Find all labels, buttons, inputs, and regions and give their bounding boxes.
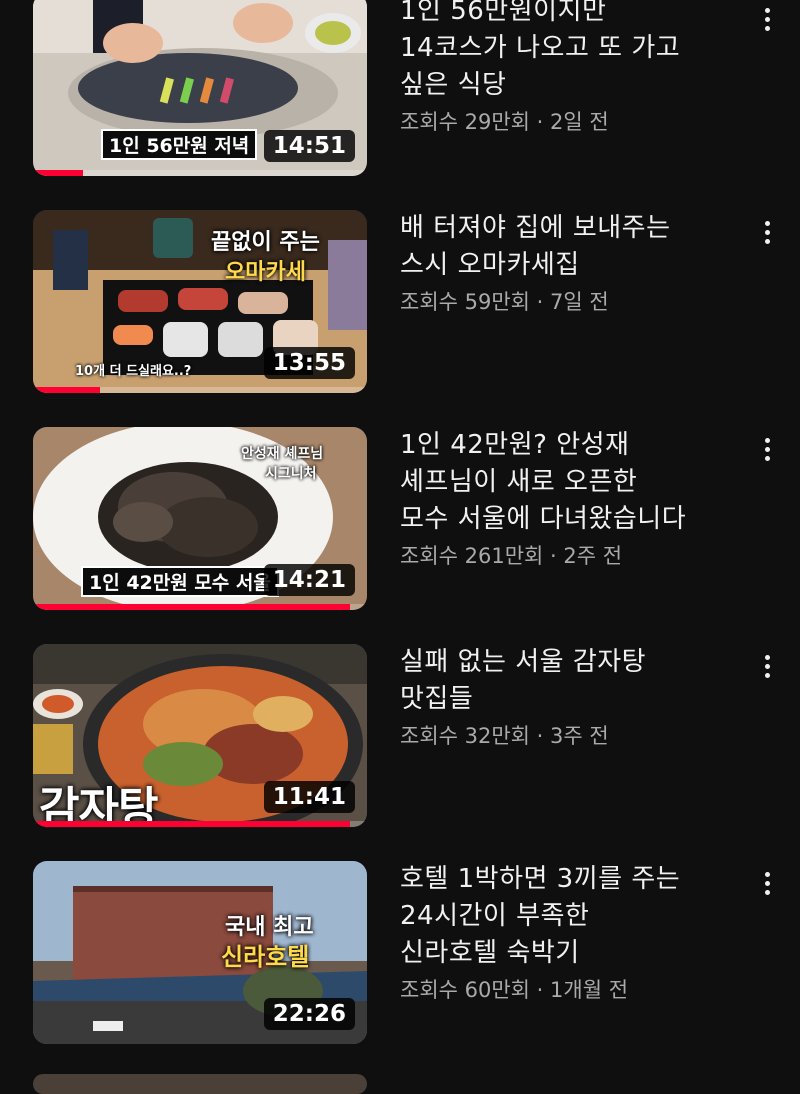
thumbnail-caption: 끝없이 주는	[211, 230, 320, 255]
watch-progress-bar	[33, 387, 367, 393]
upload-age: 7일 전	[550, 290, 609, 314]
thumbnail-caption: 1인 56만원 저녁	[101, 129, 258, 160]
video-thumbnail[interactable]: 감자탕 11:41	[33, 644, 367, 827]
thumbnail-caption: 10개 더 드실래요..?	[75, 364, 192, 379]
video-meta[interactable]: 1인 56만원이지만 14코스가 나오고 또 가고 싶은 식당 조회수 29만회…	[400, 0, 730, 136]
video-duration: 14:21	[263, 564, 355, 596]
video-title-line: 24시간이 부족한	[400, 901, 590, 931]
video-meta[interactable]: 호텔 1박하면 3끼를 주는 24시간이 부족한 신라호텔 숙박기 조회수 60…	[400, 861, 730, 1004]
video-thumbnail[interactable]: 끝없이 주는 오마카세 10개 더 드실래요..? 13:55	[33, 210, 367, 393]
video-title-line: 1인 42만원? 안성재	[400, 430, 630, 460]
video-title[interactable]: 실패 없는 서울 감자탕 맛집들	[400, 644, 730, 718]
video-thumbnail[interactable]: 1인 56만원 저녁 14:51	[33, 0, 367, 176]
video-title-line: 1인 56만원이지만	[400, 0, 607, 26]
view-count: 조회수 32만회	[400, 724, 530, 748]
video-title[interactable]: 배 터져야 집에 보내주는 스시 오마카세집	[400, 210, 730, 284]
video-duration: 13:55	[263, 347, 355, 379]
more-vert-icon[interactable]	[752, 863, 782, 903]
thumbnail-caption: 시그니처	[265, 466, 317, 482]
thumbnail-caption: 1인 42만원 모수 서울	[81, 566, 279, 597]
stats-separator: ·	[543, 544, 564, 568]
view-count: 조회수 261만회	[400, 544, 544, 568]
video-stats: 조회수 29만회 · 2일 전	[400, 106, 730, 136]
video-item[interactable]: 끝없이 주는 오마카세 10개 더 드실래요..? 13:55 배 터져야 집에…	[0, 210, 800, 393]
video-stats: 조회수 32만회 · 3주 전	[400, 720, 730, 750]
stats-separator: ·	[530, 724, 551, 748]
video-title-line: 호텔 1박하면 3끼를 주는	[400, 864, 681, 894]
video-title-line: 실패 없는 서울 감자탕	[400, 647, 647, 677]
video-meta[interactable]: 배 터져야 집에 보내주는 스시 오마카세집 조회수 59만회 · 7일 전	[400, 210, 730, 316]
next-video-thumbnail[interactable]	[33, 1074, 367, 1094]
video-duration: 11:41	[263, 781, 355, 813]
video-title[interactable]: 1인 56만원이지만 14코스가 나오고 또 가고 싶은 식당	[400, 0, 730, 104]
upload-age: 1개월 전	[550, 978, 629, 1002]
more-vert-icon[interactable]	[752, 212, 782, 252]
video-duration: 14:51	[263, 130, 355, 162]
thumbnail-caption: 안성재 셰프님	[241, 446, 324, 462]
video-thumbnail[interactable]: 국내 최고 신라호텔 22:26	[33, 861, 367, 1044]
video-title[interactable]: 호텔 1박하면 3끼를 주는 24시간이 부족한 신라호텔 숙박기	[400, 861, 730, 972]
watch-progress-bar	[33, 821, 367, 827]
view-count: 조회수 60만회	[400, 978, 530, 1002]
thumbnail-caption: 신라호텔	[221, 943, 310, 971]
upload-age: 3주 전	[550, 724, 609, 748]
upload-age: 2일 전	[550, 110, 609, 134]
stats-separator: ·	[530, 290, 551, 314]
more-vert-icon[interactable]	[752, 0, 782, 39]
video-title[interactable]: 1인 42만원? 안성재 셰프님이 새로 오픈한 모수 서울에 다녀왔습니다	[400, 427, 730, 538]
view-count: 조회수 59만회	[400, 290, 530, 314]
video-stats: 조회수 59만회 · 7일 전	[400, 286, 730, 316]
stats-separator: ·	[530, 110, 551, 134]
stats-separator: ·	[530, 978, 551, 1002]
video-item[interactable]: 국내 최고 신라호텔 22:26 호텔 1박하면 3끼를 주는 24시간이 부족…	[0, 861, 800, 1044]
video-title-line: 싶은 식당	[400, 70, 507, 100]
more-vert-icon[interactable]	[752, 646, 782, 686]
watch-progress-bar	[33, 170, 367, 176]
video-item[interactable]: 안성재 셰프님 시그니처 1인 42만원 모수 서울 14:21 1인 42만원…	[0, 427, 800, 610]
video-title-line: 모수 서울에 다녀왔습니다	[400, 504, 687, 534]
video-title-line: 신라호텔 숙박기	[400, 938, 580, 968]
more-vert-icon[interactable]	[752, 429, 782, 469]
video-title-line: 14코스가 나오고 또 가고	[400, 33, 681, 63]
watch-progress-bar	[33, 604, 367, 610]
watch-progress-fill	[33, 821, 351, 827]
video-title-line: 셰프님이 새로 오픈한	[400, 467, 638, 497]
view-count: 조회수 29만회	[400, 110, 530, 134]
video-title-line: 스시 오마카세집	[400, 250, 580, 280]
watch-progress-fill	[33, 387, 100, 393]
watch-progress-fill	[33, 604, 351, 610]
video-duration: 22:26	[263, 998, 355, 1030]
video-thumbnail[interactable]: 안성재 셰프님 시그니처 1인 42만원 모수 서울 14:21	[33, 427, 367, 610]
thumbnail-caption: 감자탕	[39, 783, 158, 827]
video-title-line: 맛집들	[400, 684, 474, 714]
upload-age: 2주 전	[563, 544, 623, 568]
watch-progress-fill	[33, 170, 84, 176]
video-meta[interactable]: 실패 없는 서울 감자탕 맛집들 조회수 32만회 · 3주 전	[400, 644, 730, 750]
video-item[interactable]: 감자탕 11:41 실패 없는 서울 감자탕 맛집들 조회수 32만회 · 3주…	[0, 644, 800, 827]
thumbnail-caption: 오마카세	[225, 260, 306, 285]
video-title-line: 배 터져야 집에 보내주는	[400, 213, 671, 243]
video-meta[interactable]: 1인 42만원? 안성재 셰프님이 새로 오픈한 모수 서울에 다녀왔습니다 조…	[400, 427, 730, 570]
video-stats: 조회수 261만회 · 2주 전	[400, 540, 730, 570]
video-item[interactable]: 1인 56만원 저녁 14:51 1인 56만원이지만 14코스가 나오고 또 …	[0, 0, 800, 176]
video-stats: 조회수 60만회 · 1개월 전	[400, 974, 730, 1004]
